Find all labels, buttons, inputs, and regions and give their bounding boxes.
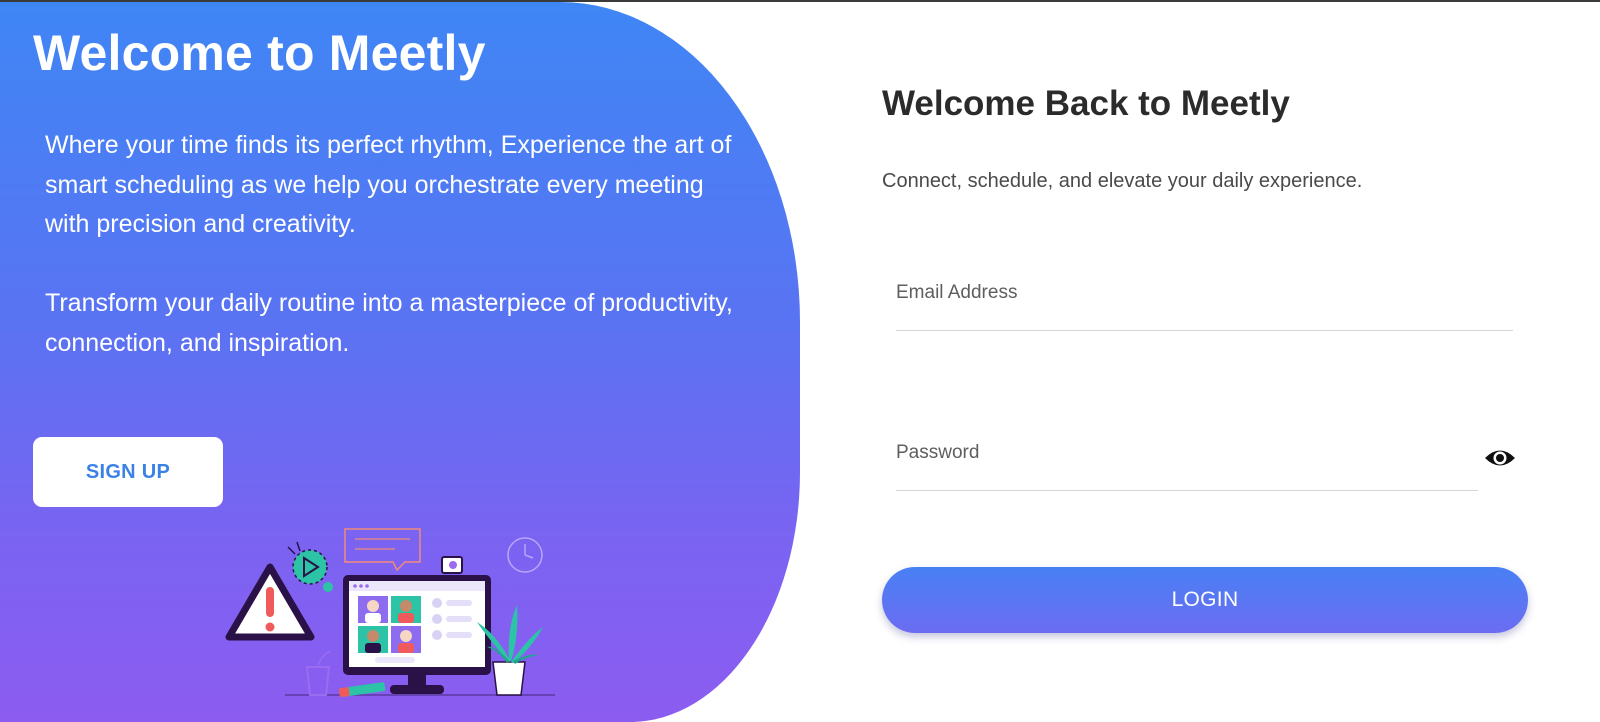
cup-icon	[305, 650, 331, 696]
camera-icon	[441, 556, 463, 574]
email-field	[896, 278, 1513, 331]
login-title: Welcome Back to Meetly	[882, 84, 1290, 123]
eye-icon[interactable]	[1483, 446, 1517, 470]
play-icon	[287, 541, 333, 592]
welcome-panel: Welcome to Meetly Where your time finds …	[0, 2, 800, 722]
email-input[interactable]	[896, 278, 1513, 308]
chat-bubble-icon	[344, 528, 421, 572]
hero-title: Welcome to Meetly	[33, 25, 486, 81]
monitor-icon	[343, 575, 491, 694]
password-field	[896, 438, 1478, 491]
meeting-illustration	[225, 528, 555, 698]
hero-tagline: Transform your daily routine into a mast…	[45, 289, 733, 357]
hero-description: Where your time finds its perfect rhythm…	[45, 131, 732, 238]
clock-icon	[507, 537, 543, 573]
top-window-border	[0, 0, 1600, 2]
password-input[interactable]	[896, 438, 1478, 468]
login-subtitle: Connect, schedule, and elevate your dail…	[882, 170, 1363, 192]
login-button[interactable]: LOGIN	[882, 567, 1528, 633]
sign-up-button[interactable]: SIGN UP	[33, 437, 223, 507]
